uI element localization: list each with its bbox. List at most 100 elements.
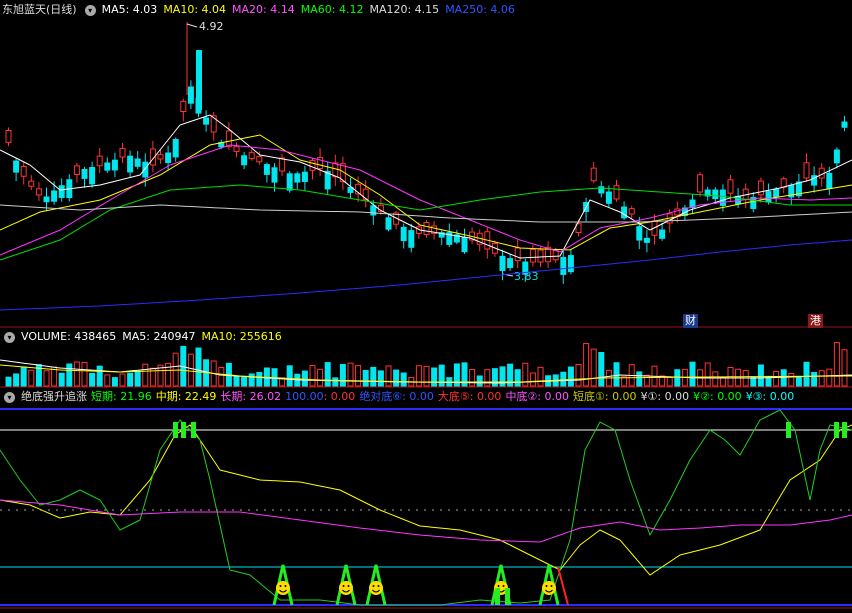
- collapse-icon[interactable]: ▾: [84, 4, 96, 16]
- volume-bar: [780, 369, 787, 387]
- ma120-label: MA120: 4.15: [369, 3, 440, 16]
- candle: [362, 188, 369, 200]
- indicator-header: ▾ 绝底强升追涨 短期: 21.96 中期: 22.49 长期: 26.02 100.00…: [2, 389, 794, 405]
- candle: [461, 236, 468, 253]
- candle: [400, 226, 407, 242]
- candle: [841, 121, 848, 128]
- volume-bar: [324, 362, 331, 387]
- volume-bar: [28, 369, 35, 387]
- volume-bar: [400, 372, 407, 387]
- candle: [826, 172, 833, 189]
- volume-collapse-icon[interactable]: ▾: [4, 331, 15, 343]
- volume-bar: [119, 373, 126, 387]
- candle: [119, 147, 126, 158]
- candle: [674, 208, 681, 216]
- short-bottom-label: 短底①: 0.00: [573, 390, 637, 403]
- candle: [233, 146, 240, 152]
- smiley-icon: [542, 581, 556, 595]
- candle: [127, 155, 134, 173]
- signal-bar: [191, 422, 196, 438]
- volume-bar: [73, 361, 80, 387]
- candle: [560, 257, 567, 275]
- ma5-label: MA5: 4.03: [101, 3, 158, 16]
- volume-bar: [704, 362, 711, 387]
- volume-bar: [286, 365, 293, 387]
- volume-bar: [309, 365, 316, 387]
- high-price-pointer: [186, 23, 198, 28]
- candle: [157, 154, 164, 160]
- volume-ma5-label: MA5: 240947: [122, 330, 196, 343]
- y2-label: ¥②: 0.00: [693, 390, 742, 403]
- y3-label: ¥③: 0.00: [745, 390, 795, 403]
- smiley-eye-right: [284, 585, 287, 587]
- ma250-label: MA250: 4.06: [445, 3, 515, 16]
- smiley-eye-right: [377, 585, 380, 587]
- volume-bar: [332, 377, 339, 387]
- volume-ma10-label: MA10: 255616: [201, 330, 282, 343]
- smiley-eye-left: [372, 585, 375, 587]
- stock-name[interactable]: 东旭蓝天(日线): [2, 3, 77, 16]
- candle: [628, 208, 635, 215]
- candle: [180, 100, 187, 112]
- candle: [529, 248, 536, 263]
- candle: [96, 155, 103, 167]
- volume-bar: [560, 371, 567, 387]
- hk-badge[interactable]: 港: [808, 314, 823, 328]
- candle: [537, 249, 544, 263]
- high-price-label: 4.92: [199, 20, 224, 33]
- candle: [28, 180, 35, 187]
- volume-bar: [590, 348, 597, 387]
- candle: [385, 217, 392, 230]
- ma250-line: [0, 239, 852, 311]
- candle: [773, 188, 780, 198]
- indicator-collapse-icon[interactable]: ▾: [4, 391, 15, 403]
- indicator-name[interactable]: 绝底强升追涨: [21, 390, 87, 403]
- zero-label: : 0.00: [323, 390, 356, 403]
- volume-bar: [484, 369, 491, 387]
- main-header: 东旭蓝天(日线) ▾ MA5: 4.03 MA10: 4.04 MA20: 4.14 MA…: [0, 2, 521, 18]
- candle: [279, 157, 286, 172]
- candle: [719, 189, 726, 206]
- volume-bar: [355, 364, 362, 387]
- candle: [765, 191, 772, 203]
- candle: [833, 149, 840, 164]
- volume-bar: [841, 349, 848, 387]
- volume-bar: [469, 369, 476, 387]
- volume-bar: [385, 365, 392, 387]
- volume-bar: [431, 367, 438, 387]
- smiley-eye-left: [497, 585, 500, 587]
- candle: [727, 179, 734, 194]
- finance-badge[interactable]: 财: [683, 314, 698, 328]
- volume-bar: [818, 370, 825, 387]
- volume-bar: [377, 370, 384, 387]
- ma60-label: MA60: 4.12: [300, 3, 364, 16]
- volume-bar: [187, 353, 194, 387]
- candle: [165, 152, 172, 164]
- candle: [309, 159, 316, 171]
- volume-bar: [248, 373, 255, 387]
- mid-term-line: [0, 424, 852, 576]
- candle: [567, 255, 574, 273]
- volume-header: ▾ VOLUME: 438465 MA5: 240947 MA10: 255616: [2, 329, 288, 345]
- volume-bar: [127, 372, 134, 387]
- candle: [187, 86, 194, 104]
- signal-bar: [173, 422, 178, 438]
- volume-bar: [575, 364, 582, 387]
- candle: [286, 173, 293, 191]
- candle: [423, 222, 430, 236]
- volume-bar: [13, 373, 20, 387]
- volume-bar: [423, 365, 430, 387]
- volume-bar: [81, 361, 88, 387]
- candle: [263, 164, 270, 175]
- candle: [294, 173, 301, 183]
- candle: [643, 237, 650, 243]
- volume-bar: [826, 368, 833, 387]
- volume-bar: [598, 351, 605, 387]
- volume-bar: [567, 366, 574, 387]
- candle: [613, 185, 620, 200]
- candle: [89, 167, 96, 185]
- volume-label: VOLUME: 438465: [21, 330, 117, 343]
- volume-bar: [66, 363, 73, 387]
- candle: [20, 165, 27, 177]
- candle: [58, 185, 65, 198]
